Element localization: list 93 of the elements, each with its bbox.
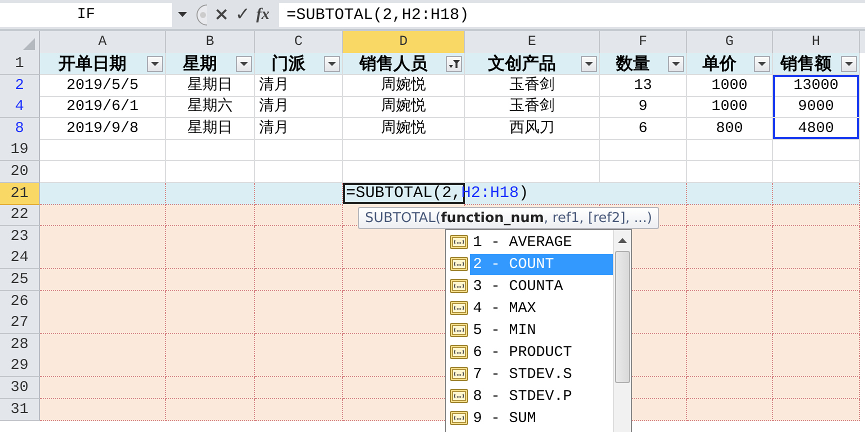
filter-button[interactable] [446, 56, 462, 72]
row-header[interactable]: 21 [0, 182, 40, 205]
table-cell: 2019/5/5 [40, 74, 166, 97]
table-cell: 玉香剑 [465, 96, 600, 118]
row-header[interactable]: 24 [0, 247, 40, 270]
table-cell: 13000 [773, 74, 860, 97]
function-icon [450, 257, 468, 271]
header-label: 开单日期 [57, 54, 128, 74]
header-label: 销售额 [779, 54, 832, 74]
function-icon [450, 323, 468, 337]
table-cell: 2019/9/8 [40, 118, 166, 140]
row-header[interactable]: 22 [0, 204, 40, 226]
table-cell: 800 [687, 118, 773, 140]
filter-button[interactable] [236, 56, 252, 72]
caret-icon[interactable] [178, 12, 187, 17]
filter-button[interactable] [324, 56, 340, 72]
table-cell: 1000 [687, 96, 773, 118]
cancel-button[interactable]: × [211, 4, 232, 25]
row-header[interactable]: 25 [0, 268, 40, 291]
table-cell: 周婉悦 [343, 74, 465, 97]
autocomplete-item[interactable]: 4 - MAX [446, 297, 613, 319]
dropdown-arrow-icon [845, 62, 853, 66]
dropdown-arrow-icon [585, 62, 593, 66]
table-cell: 1000 [687, 74, 773, 97]
autocomplete-item[interactable]: 6 - PRODUCT [446, 341, 613, 363]
table-cell: 西风刀 [465, 118, 600, 140]
header-label: 星期 [182, 54, 218, 74]
row-header[interactable]: 29 [0, 355, 40, 378]
table-cell: 4800 [773, 118, 860, 140]
row-header[interactable]: 31 [0, 398, 40, 420]
row-header[interactable]: 23 [0, 226, 40, 248]
function-icon [450, 301, 468, 315]
header-label: 门派 [270, 54, 306, 74]
function-icon [450, 235, 468, 249]
autocomplete-item[interactable]: 5 - MIN [446, 319, 613, 341]
row-header[interactable]: 4 [0, 96, 40, 118]
filter-button[interactable] [841, 56, 857, 72]
insert-function-button[interactable]: fx [253, 6, 273, 24]
scroll-up-icon[interactable] [618, 238, 627, 243]
function-icon [450, 367, 468, 381]
table-cell: 星期日 [166, 118, 255, 140]
filter-button[interactable] [581, 56, 597, 72]
table-cell: 清月 [255, 96, 343, 118]
function-icon [450, 389, 468, 403]
header-label: 文创产品 [487, 54, 557, 74]
column-header[interactable]: D [343, 31, 465, 54]
table-cell: 清月 [255, 118, 343, 140]
table-cell: 9 [600, 96, 687, 118]
table-cell: 星期六 [166, 96, 255, 118]
dropdown-arrow-icon [151, 62, 159, 66]
autocomplete-item[interactable]: 7 - STDEV.S [446, 363, 613, 385]
dropdown-arrow-icon [672, 62, 680, 66]
table-cell: 玉香剑 [465, 74, 600, 97]
filter-icon [448, 58, 460, 68]
header-label: 单价 [702, 54, 738, 74]
row-header[interactable]: 30 [0, 376, 40, 399]
row-header[interactable]: 1 [0, 53, 40, 75]
table-cell: 周婉悦 [343, 118, 465, 140]
filter-button[interactable] [147, 56, 163, 72]
autocomplete-item[interactable]: 3 - COUNTA [446, 275, 613, 297]
function-tooltip: SUBTOTAL(function_num, ref1, [ref2], ...) [358, 207, 660, 229]
row-header[interactable]: 2 [0, 74, 40, 97]
table-cell: 周婉悦 [343, 96, 465, 118]
name-box[interactable]: IF [0, 2, 172, 26]
table-cell: 2019/6/1 [40, 96, 166, 118]
enter-button[interactable]: ✓ [232, 4, 254, 25]
autocomplete-item[interactable]: 9 - SUM [446, 407, 613, 429]
row-header[interactable]: 27 [0, 312, 40, 334]
table-cell: 清月 [255, 74, 343, 97]
row-header[interactable]: 19 [0, 139, 40, 162]
row-header[interactable]: 26 [0, 290, 40, 313]
header-label: 销售人员 [358, 54, 428, 74]
filter-button[interactable] [754, 56, 770, 72]
table-cell: 星期日 [166, 74, 255, 97]
function-icon [450, 345, 468, 359]
dropdown-arrow-icon [240, 62, 248, 66]
scrollbar[interactable] [613, 230, 631, 432]
row-header[interactable]: 20 [0, 160, 40, 183]
dropdown-arrow-icon [758, 62, 766, 66]
table-cell: 6 [600, 118, 687, 140]
row-header[interactable]: 28 [0, 334, 40, 356]
function-icon [450, 279, 468, 293]
table-cell: 9000 [773, 96, 860, 118]
scroll-thumb[interactable] [615, 251, 630, 383]
filter-button[interactable] [668, 56, 684, 72]
function-icon [450, 411, 468, 425]
autocomplete-item[interactable]: 1 - AVERAGE [446, 231, 613, 253]
formula-field[interactable]: =SUBTOTAL(2,H2:H18) [278, 2, 865, 26]
autocomplete-item[interactable]: 8 - STDEV.P [446, 385, 613, 407]
dropdown-arrow-icon [328, 62, 336, 66]
row-header[interactable]: 8 [0, 118, 40, 140]
table-cell: 13 [600, 74, 687, 97]
header-label: 数量 [614, 54, 651, 74]
